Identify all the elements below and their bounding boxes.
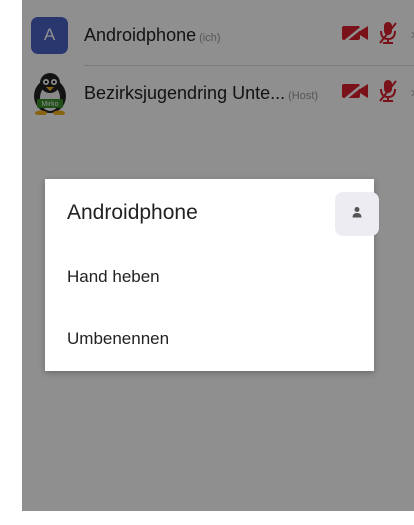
person-icon bbox=[350, 205, 364, 224]
dialog-title: Androidphone bbox=[67, 201, 198, 224]
profile-button[interactable] bbox=[335, 192, 379, 236]
participants-screen: A Androidphone (ich) Mirko Bezirksjugend… bbox=[22, 0, 414, 511]
raise-hand-option[interactable]: Hand heben bbox=[67, 267, 160, 287]
rename-option[interactable]: Umbenennen bbox=[67, 329, 169, 349]
participant-action-dialog: Androidphone Hand heben Umbenennen bbox=[45, 179, 379, 371]
